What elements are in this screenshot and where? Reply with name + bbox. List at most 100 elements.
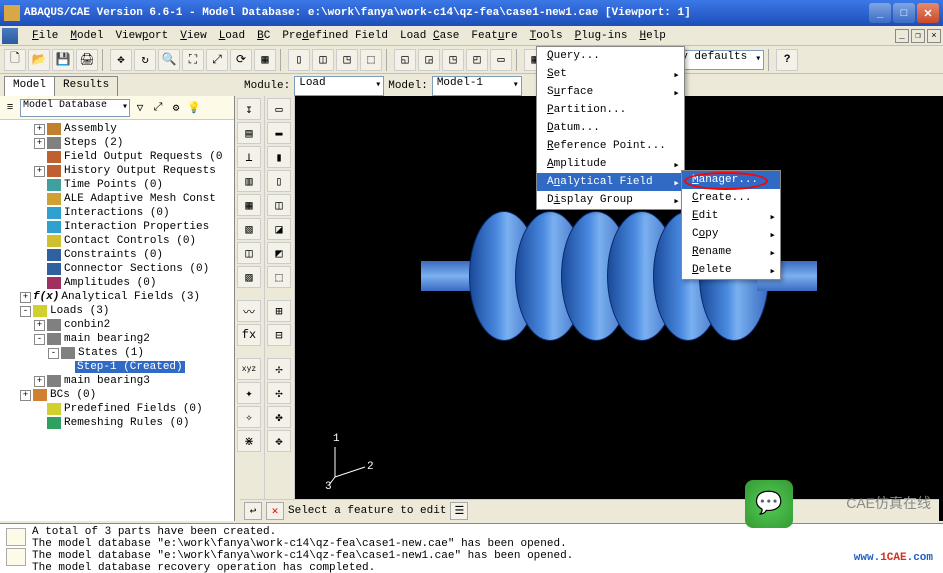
tree-node[interactable]: +Steps (2): [2, 136, 232, 150]
model-dropdown[interactable]: Model-1: [432, 76, 522, 96]
menu-model[interactable]: Model: [64, 28, 109, 44]
t2-c-icon[interactable]: ▮: [267, 146, 291, 168]
submenu-delete[interactable]: Delete▸: [682, 261, 780, 279]
submenu-manager-[interactable]: Manager...: [682, 171, 780, 189]
grid-icon[interactable]: ▦: [254, 49, 276, 71]
tools-menu-set[interactable]: Set▸: [537, 65, 684, 83]
tree-node[interactable]: Connector Sections (0): [2, 262, 232, 276]
axis-1-icon[interactable]: ✦: [237, 382, 261, 404]
cube-1-icon[interactable]: ◱: [394, 49, 416, 71]
menu-plug-ins[interactable]: Plug-ins: [569, 28, 634, 44]
tools-menu-surface[interactable]: Surface▸: [537, 83, 684, 101]
case-manager-icon[interactable]: ▨: [237, 266, 261, 288]
t2-i-icon[interactable]: ⊞: [267, 300, 291, 322]
t2-h-icon[interactable]: ⬚: [267, 266, 291, 288]
menu-help[interactable]: Help: [633, 28, 671, 44]
cube-2-icon[interactable]: ◲: [418, 49, 440, 71]
open-icon[interactable]: 📂: [28, 49, 50, 71]
tree-node[interactable]: ALE Adaptive Mesh Const: [2, 192, 232, 206]
cube-3-icon[interactable]: ◳: [442, 49, 464, 71]
tree-node[interactable]: Interaction Properties: [2, 220, 232, 234]
prompt-back-icon[interactable]: ↩: [244, 502, 262, 520]
tools-menu-reference-point-[interactable]: Reference Point...: [537, 137, 684, 155]
menu-predefined-field[interactable]: Predefined Field: [276, 28, 394, 44]
console-tab-2-icon[interactable]: [6, 548, 26, 566]
load-create-icon[interactable]: ↧: [237, 98, 261, 120]
zoom-box-icon[interactable]: ⛶: [182, 49, 204, 71]
submenu-edit[interactable]: Edit▸: [682, 207, 780, 225]
tree-node[interactable]: Interactions (0): [2, 206, 232, 220]
mdi-minimize-button[interactable]: _: [895, 29, 909, 43]
minimize-button[interactable]: _: [869, 3, 891, 23]
t2-m-icon[interactable]: ✤: [267, 406, 291, 428]
tools-menu[interactable]: Query...Set▸Surface▸Partition...Datum...…: [536, 46, 685, 210]
menu-tools[interactable]: Tools: [524, 28, 569, 44]
tab-results[interactable]: Results: [54, 76, 118, 96]
tab-model[interactable]: Model: [4, 76, 55, 96]
tools-menu-query-[interactable]: Query...: [537, 47, 684, 65]
tree-node[interactable]: +BCs (0): [2, 388, 232, 402]
cube-4-icon[interactable]: ◰: [466, 49, 488, 71]
submenu-create-[interactable]: Create...: [682, 189, 780, 207]
tree-node[interactable]: Contact Controls (0): [2, 234, 232, 248]
t2-e-icon[interactable]: ◫: [267, 194, 291, 216]
close-button[interactable]: ✕: [917, 3, 939, 23]
tree-settings-icon[interactable]: ⚙: [168, 100, 184, 116]
t2-k-icon[interactable]: ✢: [267, 358, 291, 380]
tree-tip-icon[interactable]: 💡: [186, 100, 202, 116]
prompt-list-icon[interactable]: ☰: [450, 502, 468, 520]
help-icon[interactable]: ?: [776, 49, 798, 71]
tree-node[interactable]: Field Output Requests (0: [2, 150, 232, 164]
tree-node[interactable]: Remeshing Rules (0): [2, 416, 232, 430]
menu-bc[interactable]: BC: [251, 28, 276, 44]
menu-file[interactable]: File: [26, 28, 64, 44]
mdi-restore-button[interactable]: ❐: [911, 29, 925, 43]
new-icon[interactable]: 🗋: [4, 49, 26, 71]
tree-node[interactable]: +conbin2: [2, 318, 232, 332]
view-2-icon[interactable]: ◫: [312, 49, 334, 71]
t2-j-icon[interactable]: ⊟: [267, 324, 291, 346]
tree-expand-icon[interactable]: ⤢: [150, 100, 166, 116]
case-create-icon[interactable]: ◫: [237, 242, 261, 264]
t2-a-icon[interactable]: ▭: [267, 98, 291, 120]
menu-viewport[interactable]: Viewport: [109, 28, 174, 44]
tree-node[interactable]: -Loads (3): [2, 304, 232, 318]
menu-view[interactable]: View: [174, 28, 212, 44]
console-tab-1-icon[interactable]: [6, 528, 26, 546]
tools-menu-datum-[interactable]: Datum...: [537, 119, 684, 137]
view-3-icon[interactable]: ◳: [336, 49, 358, 71]
tree-node[interactable]: +main bearing3: [2, 374, 232, 388]
model-tree[interactable]: +Assembly+Steps (2)Field Output Requests…: [0, 120, 234, 521]
perspective-icon[interactable]: ▭: [490, 49, 512, 71]
triad-icon[interactable]: xyz: [237, 358, 261, 380]
view-1-icon[interactable]: ▯: [288, 49, 310, 71]
field-manager-icon[interactable]: ▧: [237, 218, 261, 240]
tree-node[interactable]: Constraints (0): [2, 248, 232, 262]
tree-scope-dropdown[interactable]: Model Database: [20, 99, 130, 117]
t2-n-icon[interactable]: ✥: [267, 430, 291, 452]
t2-l-icon[interactable]: ✣: [267, 382, 291, 404]
tools-menu-analytical-field[interactable]: Analytical Field▸: [537, 173, 684, 191]
menu-feature[interactable]: Feature: [465, 28, 523, 44]
amplitude-icon[interactable]: 〰: [237, 300, 261, 322]
view-4-icon[interactable]: ⬚: [360, 49, 382, 71]
mdi-close-button[interactable]: ×: [927, 29, 941, 43]
tree-node[interactable]: +f(x)Analytical Fields (3): [2, 290, 232, 304]
field-create-icon[interactable]: ▦: [237, 194, 261, 216]
menu-load[interactable]: Load: [213, 28, 251, 44]
pan-icon[interactable]: ✥: [110, 49, 132, 71]
tree-node[interactable]: Amplitudes (0): [2, 276, 232, 290]
fit-icon[interactable]: ⤢: [206, 49, 228, 71]
tree-node[interactable]: -main bearing2: [2, 332, 232, 346]
maximize-button[interactable]: □: [893, 3, 915, 23]
load-manager-icon[interactable]: ▤: [237, 122, 261, 144]
cycle-icon[interactable]: ⟳: [230, 49, 252, 71]
tools-menu-partition-[interactable]: Partition...: [537, 101, 684, 119]
bc-create-icon[interactable]: ⊥: [237, 146, 261, 168]
rotate-icon[interactable]: ↻: [134, 49, 156, 71]
analytical-field-submenu[interactable]: Manager...Create...Edit▸Copy▸Rename▸Dele…: [681, 170, 781, 280]
tree-node[interactable]: +History Output Requests: [2, 164, 232, 178]
tree-node[interactable]: -States (1): [2, 346, 232, 360]
print-icon[interactable]: 🖨: [76, 49, 98, 71]
tools-menu-amplitude[interactable]: Amplitude▸: [537, 155, 684, 173]
